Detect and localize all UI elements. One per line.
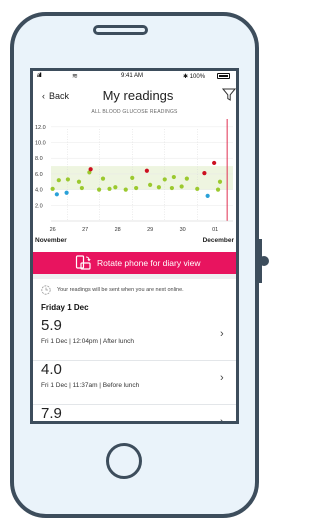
y-tick-label: 12.0 xyxy=(35,125,46,131)
reading-point xyxy=(169,185,174,191)
reading-point xyxy=(97,187,102,192)
chevron-right-icon: › xyxy=(220,416,224,424)
clock-icon xyxy=(41,285,51,295)
offline-note: Your readings will be sent when you are … xyxy=(33,285,236,299)
reading-point xyxy=(123,187,128,192)
offline-text: Your readings will be sent when you are … xyxy=(57,287,184,293)
speaker-grille xyxy=(93,25,148,35)
reading-point xyxy=(212,160,217,166)
rotate-phone-button[interactable]: Rotate phone for diary view xyxy=(33,252,236,274)
filter-icon[interactable] xyxy=(222,88,236,102)
nav-bar: ‹ Back My readings xyxy=(33,85,236,107)
reading-value: 7.9 xyxy=(41,405,62,422)
reading-row[interactable]: 7.9 › xyxy=(33,405,236,424)
glucose-chart: ALL BLOOD GLUCOSE READINGS 12.0 10.0 8.0 6.… xyxy=(33,109,236,251)
reading-point xyxy=(195,186,200,191)
reading-point xyxy=(79,185,84,191)
reading-point xyxy=(65,177,70,182)
y-tick-label: 4.0 xyxy=(35,188,43,194)
reading-meta: Fri 1 Dec | 12:04pm | After lunch xyxy=(41,338,134,345)
x-tick-label: 30 xyxy=(180,227,186,233)
back-label: Back xyxy=(49,91,70,101)
chevron-right-icon: › xyxy=(220,328,224,340)
app-screen: all ≋ 9:41 AM ✱ 100% ‹ Back My readings A… xyxy=(30,68,239,424)
wifi-icon: ≋ xyxy=(72,73,78,80)
reading-point xyxy=(148,182,153,188)
signal-indicator: all xyxy=(37,73,42,79)
reading-point xyxy=(205,193,210,198)
chart-canvas: 12.0 10.0 8.0 6.0 4.0 2.0 26 27 28 29 30 01 November… xyxy=(35,119,235,244)
reading-point xyxy=(107,186,112,191)
x-tick-label: 29 xyxy=(147,227,153,233)
day-heading: Friday 1 Dec xyxy=(41,303,89,312)
status-time: 9:41 AM xyxy=(121,73,144,79)
y-tick-label: 2.0 xyxy=(35,203,43,209)
reading-value: 5.9 xyxy=(41,317,62,334)
rotate-phone-icon xyxy=(75,255,91,270)
home-button[interactable] xyxy=(106,443,142,479)
x-tick-label: 26 xyxy=(50,227,56,233)
reading-row[interactable]: 5.9 Fri 1 Dec | 12:04pm | After lunch › xyxy=(33,317,236,361)
battery-text: ✱ 100% xyxy=(183,74,206,80)
reading-meta: Fri 1 Dec | 11:37am | Before lunch xyxy=(41,382,140,389)
reading-point xyxy=(130,175,135,180)
reading-point xyxy=(54,192,59,197)
reading-point xyxy=(88,167,93,172)
reading-row[interactable]: 4.0 Fri 1 Dec | 11:37am | Before lunch › xyxy=(33,361,236,405)
reading-value: 4.0 xyxy=(41,361,62,378)
reading-point xyxy=(144,168,149,173)
reading-point xyxy=(179,184,184,189)
rotate-label: Rotate phone for diary view xyxy=(97,258,201,268)
y-tick-label: 10.0 xyxy=(35,141,46,147)
reading-point xyxy=(215,187,221,192)
reading-point xyxy=(202,171,207,176)
target-range-band xyxy=(51,166,233,190)
reading-point xyxy=(156,185,161,190)
reading-point xyxy=(64,190,69,195)
x-tick-label: 01 xyxy=(212,227,218,233)
reading-point xyxy=(100,176,106,181)
y-tick-label: 6.0 xyxy=(35,172,43,178)
reading-point xyxy=(113,185,118,190)
status-bar: all ≋ 9:41 AM ✱ 100% xyxy=(33,71,236,83)
y-tick-label: 8.0 xyxy=(35,156,43,162)
section-divider xyxy=(33,274,236,279)
page-title: My readings xyxy=(102,88,174,103)
reading-point xyxy=(56,178,61,183)
reading-point xyxy=(217,179,223,184)
reading-point xyxy=(184,176,189,181)
reading-point xyxy=(50,186,55,191)
chevron-left-icon: ‹ xyxy=(42,91,45,101)
reading-point xyxy=(171,174,176,180)
month-label-end: December xyxy=(203,237,235,244)
x-tick-label: 28 xyxy=(115,227,121,233)
month-label-start: November xyxy=(35,237,67,244)
side-button xyxy=(259,256,269,266)
reading-point xyxy=(134,185,139,191)
reading-point xyxy=(76,179,82,184)
chevron-right-icon: › xyxy=(220,372,224,384)
back-button[interactable]: ‹ Back xyxy=(42,91,69,101)
reading-point xyxy=(162,177,167,182)
x-tick-label: 27 xyxy=(82,227,88,233)
battery-icon xyxy=(217,73,230,79)
